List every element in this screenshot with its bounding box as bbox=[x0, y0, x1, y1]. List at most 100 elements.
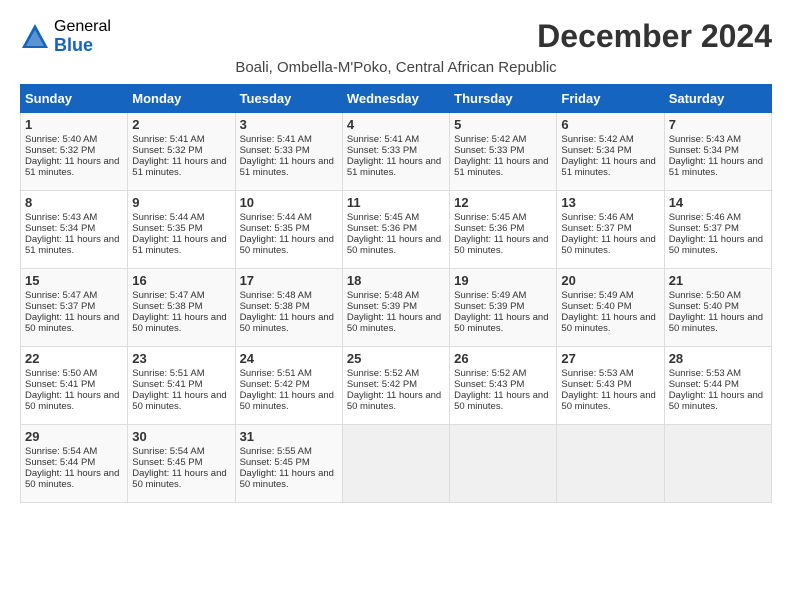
day-number: 9 bbox=[132, 195, 230, 210]
sunrise-label: Sunrise: 5:49 AM bbox=[454, 290, 526, 301]
calendar-cell: 2Sunrise: 5:41 AMSunset: 5:32 PMDaylight… bbox=[128, 113, 235, 191]
sunrise-label: Sunrise: 5:41 AM bbox=[240, 134, 312, 145]
day-number: 30 bbox=[132, 429, 230, 444]
day-number: 1 bbox=[25, 117, 123, 132]
header: General Blue December 2024 bbox=[20, 18, 772, 55]
daylight-label: Daylight: 11 hours and 51 minutes. bbox=[132, 156, 226, 178]
calendar-cell: 7Sunrise: 5:43 AMSunset: 5:34 PMDaylight… bbox=[664, 113, 771, 191]
logo-blue: Blue bbox=[54, 36, 111, 56]
daylight-label: Daylight: 11 hours and 51 minutes. bbox=[561, 156, 655, 178]
sunrise-label: Sunrise: 5:53 AM bbox=[669, 368, 741, 379]
day-number: 8 bbox=[25, 195, 123, 210]
day-number: 10 bbox=[240, 195, 338, 210]
sunrise-label: Sunrise: 5:46 AM bbox=[561, 212, 633, 223]
sunset-label: Sunset: 5:45 PM bbox=[132, 457, 202, 468]
day-number: 25 bbox=[347, 351, 445, 366]
sunset-label: Sunset: 5:37 PM bbox=[669, 223, 739, 234]
daylight-label: Daylight: 11 hours and 50 minutes. bbox=[454, 390, 548, 412]
day-number: 17 bbox=[240, 273, 338, 288]
calendar-table: Sunday Monday Tuesday Wednesday Thursday… bbox=[20, 84, 772, 503]
sunset-label: Sunset: 5:35 PM bbox=[240, 223, 310, 234]
sunrise-label: Sunrise: 5:41 AM bbox=[347, 134, 419, 145]
calendar-cell: 12Sunrise: 5:45 AMSunset: 5:36 PMDayligh… bbox=[450, 191, 557, 269]
calendar-cell: 25 Sunrise: 5:52 AMSunset: 5:42 PMDayligh… bbox=[342, 347, 449, 425]
day-number: 24 bbox=[240, 351, 338, 366]
daylight-label: Daylight: 11 hours and 50 minutes. bbox=[240, 312, 334, 334]
month-title: December 2024 bbox=[537, 18, 772, 55]
daylight-label: Daylight: 11 hours and 50 minutes. bbox=[25, 468, 119, 490]
calendar-cell: 9Sunrise: 5:44 AMSunset: 5:35 PMDaylight… bbox=[128, 191, 235, 269]
day-number: 19 bbox=[454, 273, 552, 288]
daylight-label: Daylight: 11 hours and 50 minutes. bbox=[669, 234, 763, 256]
sunset-label: Sunset: 5:44 PM bbox=[669, 379, 739, 390]
sunset-label: Sunset: 5:37 PM bbox=[561, 223, 631, 234]
sunrise-label: Sunrise: 5:48 AM bbox=[347, 290, 419, 301]
sunrise-label: Sunrise: 5:54 AM bbox=[25, 446, 97, 457]
day-number: 7 bbox=[669, 117, 767, 132]
day-number: 29 bbox=[25, 429, 123, 444]
sunset-label: Sunset: 5:34 PM bbox=[669, 145, 739, 156]
day-number: 23 bbox=[132, 351, 230, 366]
sunrise-label: Sunrise: 5:44 AM bbox=[240, 212, 312, 223]
calendar-cell: 20Sunrise: 5:49 AMSunset: 5:40 PMDayligh… bbox=[557, 269, 664, 347]
calendar-cell: 19Sunrise: 5:49 AMSunset: 5:39 PMDayligh… bbox=[450, 269, 557, 347]
sunset-label: Sunset: 5:33 PM bbox=[454, 145, 524, 156]
sunrise-label: Sunrise: 5:44 AM bbox=[132, 212, 204, 223]
sunset-label: Sunset: 5:38 PM bbox=[240, 301, 310, 312]
daylight-label: Daylight: 11 hours and 50 minutes. bbox=[669, 312, 763, 334]
col-monday: Monday bbox=[128, 85, 235, 113]
sunrise-label: Sunrise: 5:45 AM bbox=[347, 212, 419, 223]
sunset-label: Sunset: 5:43 PM bbox=[561, 379, 631, 390]
daylight-label: Daylight: 11 hours and 50 minutes. bbox=[669, 390, 763, 412]
sunrise-label: Sunrise: 5:42 AM bbox=[561, 134, 633, 145]
day-number: 22 bbox=[25, 351, 123, 366]
calendar-week-row: 8Sunrise: 5:43 AMSunset: 5:34 PMDaylight… bbox=[21, 191, 772, 269]
logo-icon bbox=[20, 22, 50, 52]
subtitle: Boali, Ombella-M'Poko, Central African R… bbox=[20, 59, 772, 76]
daylight-label: Daylight: 11 hours and 50 minutes. bbox=[347, 234, 441, 256]
day-number: 31 bbox=[240, 429, 338, 444]
daylight-label: Daylight: 11 hours and 51 minutes. bbox=[240, 156, 334, 178]
day-number: 15 bbox=[25, 273, 123, 288]
calendar-cell: 29 Sunrise: 5:54 AMSunset: 5:44 PMDayligh… bbox=[21, 425, 128, 503]
day-number: 12 bbox=[454, 195, 552, 210]
daylight-label: Daylight: 11 hours and 50 minutes. bbox=[347, 390, 441, 412]
daylight-label: Daylight: 11 hours and 51 minutes. bbox=[25, 156, 119, 178]
daylight-label: Daylight: 11 hours and 50 minutes. bbox=[132, 312, 226, 334]
sunset-label: Sunset: 5:35 PM bbox=[132, 223, 202, 234]
day-number: 5 bbox=[454, 117, 552, 132]
day-number: 18 bbox=[347, 273, 445, 288]
calendar-cell: 17Sunrise: 5:48 AMSunset: 5:38 PMDayligh… bbox=[235, 269, 342, 347]
sunset-label: Sunset: 5:40 PM bbox=[561, 301, 631, 312]
calendar-cell: 16Sunrise: 5:47 AMSunset: 5:38 PMDayligh… bbox=[128, 269, 235, 347]
logo-text: General Blue bbox=[54, 18, 111, 55]
calendar-cell: 14Sunrise: 5:46 AMSunset: 5:37 PMDayligh… bbox=[664, 191, 771, 269]
daylight-label: Daylight: 11 hours and 50 minutes. bbox=[132, 390, 226, 412]
sunset-label: Sunset: 5:44 PM bbox=[25, 457, 95, 468]
calendar-cell bbox=[664, 425, 771, 503]
logo: General Blue bbox=[20, 18, 111, 55]
sunrise-label: Sunrise: 5:50 AM bbox=[669, 290, 741, 301]
sunset-label: Sunset: 5:40 PM bbox=[669, 301, 739, 312]
sunrise-label: Sunrise: 5:43 AM bbox=[669, 134, 741, 145]
sunset-label: Sunset: 5:38 PM bbox=[132, 301, 202, 312]
sunrise-label: Sunrise: 5:47 AM bbox=[25, 290, 97, 301]
day-number: 11 bbox=[347, 195, 445, 210]
sunset-label: Sunset: 5:39 PM bbox=[347, 301, 417, 312]
daylight-label: Daylight: 11 hours and 50 minutes. bbox=[240, 390, 334, 412]
sunrise-label: Sunrise: 5:52 AM bbox=[347, 368, 419, 379]
sunrise-label: Sunrise: 5:42 AM bbox=[454, 134, 526, 145]
sunset-label: Sunset: 5:34 PM bbox=[561, 145, 631, 156]
sunrise-label: Sunrise: 5:50 AM bbox=[25, 368, 97, 379]
daylight-label: Daylight: 11 hours and 51 minutes. bbox=[454, 156, 548, 178]
sunrise-label: Sunrise: 5:51 AM bbox=[132, 368, 204, 379]
calendar-cell: 15Sunrise: 5:47 AMSunset: 5:37 PMDayligh… bbox=[21, 269, 128, 347]
sunset-label: Sunset: 5:42 PM bbox=[347, 379, 417, 390]
sunrise-label: Sunrise: 5:41 AM bbox=[132, 134, 204, 145]
sunset-label: Sunset: 5:36 PM bbox=[347, 223, 417, 234]
calendar-cell bbox=[557, 425, 664, 503]
daylight-label: Daylight: 11 hours and 50 minutes. bbox=[347, 312, 441, 334]
calendar-cell: 6Sunrise: 5:42 AMSunset: 5:34 PMDaylight… bbox=[557, 113, 664, 191]
day-number: 3 bbox=[240, 117, 338, 132]
day-number: 21 bbox=[669, 273, 767, 288]
